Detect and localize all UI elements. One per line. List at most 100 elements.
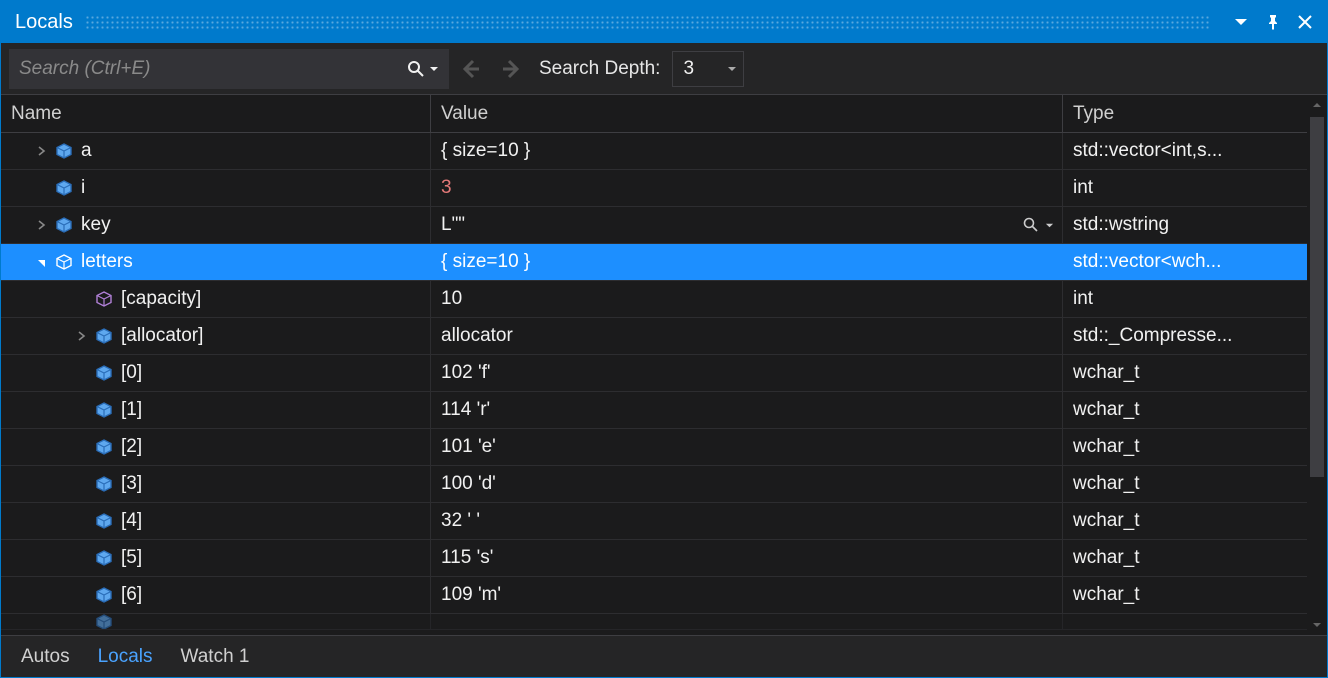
- type-cell: std::vector<int,s...: [1063, 133, 1293, 169]
- variable-row[interactable]: [5] 115 's' wchar_t: [1, 540, 1307, 577]
- window-title: Locals: [15, 11, 73, 34]
- locals-grid: Name Value Type a { size=10 } std::vecto…: [1, 95, 1327, 635]
- variable-row[interactable]: [2] 101 'e' wchar_t: [1, 429, 1307, 466]
- value-cell[interactable]: L"": [431, 207, 1063, 243]
- column-header-name[interactable]: Name: [1, 95, 431, 132]
- variable-type: wchar_t: [1073, 473, 1140, 495]
- name-cell[interactable]: i: [1, 170, 431, 206]
- search-depth-select[interactable]: 3: [672, 51, 744, 87]
- variable-row[interactable]: i 3 int: [1, 170, 1307, 207]
- scroll-down-icon[interactable]: [1307, 615, 1327, 635]
- chevron-down-icon: [1045, 221, 1054, 230]
- type-cell: wchar_t: [1063, 540, 1293, 576]
- scrollbar-thumb[interactable]: [1310, 117, 1324, 477]
- variable-row[interactable]: [4] 32 ' ' wchar_t: [1, 503, 1307, 540]
- variable-value: 109 'm': [441, 584, 501, 606]
- visualizer-button[interactable]: [1023, 217, 1054, 233]
- value-cell[interactable]: 115 's': [431, 540, 1063, 576]
- variable-row[interactable]: [1, 614, 1307, 630]
- value-cell[interactable]: { size=10 }: [431, 133, 1063, 169]
- name-cell[interactable]: letters: [1, 244, 431, 280]
- scroll-up-icon[interactable]: [1307, 95, 1327, 115]
- name-cell[interactable]: [2]: [1, 429, 431, 465]
- chevron-down-icon: [727, 64, 737, 74]
- variable-icon: [55, 179, 73, 197]
- name-cell[interactable]: [6]: [1, 577, 431, 613]
- name-cell[interactable]: a: [1, 133, 431, 169]
- titlebar: Locals: [1, 1, 1327, 43]
- variable-type: std::_Compresse...: [1073, 325, 1232, 347]
- value-cell[interactable]: 10: [431, 281, 1063, 317]
- tab-watch-1[interactable]: Watch 1: [167, 636, 264, 677]
- search-icon[interactable]: [405, 60, 427, 78]
- search-box[interactable]: [9, 49, 449, 89]
- variable-icon: [55, 216, 73, 234]
- vertical-scrollbar[interactable]: [1307, 95, 1327, 635]
- variable-value: 3: [441, 177, 452, 199]
- name-cell[interactable]: [0]: [1, 355, 431, 391]
- variable-row[interactable]: a { size=10 } std::vector<int,s...: [1, 133, 1307, 170]
- variable-row[interactable]: [capacity] 10 int: [1, 281, 1307, 318]
- toolbar: Search Depth: 3: [1, 43, 1327, 95]
- tab-label: Watch 1: [181, 646, 250, 668]
- name-cell[interactable]: key: [1, 207, 431, 243]
- variable-icon: [95, 586, 113, 604]
- window-menu-button[interactable]: [1227, 8, 1255, 36]
- search-input[interactable]: [19, 58, 405, 80]
- value-cell[interactable]: 32 ' ': [431, 503, 1063, 539]
- variable-type: std::vector<wch...: [1073, 251, 1221, 273]
- variable-type: wchar_t: [1073, 362, 1140, 384]
- variable-row[interactable]: [6] 109 'm' wchar_t: [1, 577, 1307, 614]
- variable-row[interactable]: key L"" std::wstring: [1, 207, 1307, 244]
- value-cell[interactable]: 100 'd': [431, 466, 1063, 502]
- search-next-button[interactable]: [493, 51, 529, 87]
- variable-row[interactable]: [1] 114 'r' wchar_t: [1, 392, 1307, 429]
- bottom-tabs: Autos Locals Watch 1: [1, 635, 1327, 677]
- variable-icon: [95, 512, 113, 530]
- type-cell: int: [1063, 281, 1293, 317]
- tab-autos[interactable]: Autos: [7, 636, 84, 677]
- search-dropdown-icon[interactable]: [427, 64, 441, 74]
- name-cell[interactable]: [3]: [1, 466, 431, 502]
- variable-value: 100 'd': [441, 473, 496, 495]
- close-button[interactable]: [1291, 8, 1319, 36]
- tab-locals[interactable]: Locals: [84, 636, 167, 677]
- value-cell[interactable]: 102 'f': [431, 355, 1063, 391]
- expand-toggle[interactable]: [35, 146, 47, 156]
- value-cell[interactable]: 3: [431, 170, 1063, 206]
- variable-row[interactable]: [3] 100 'd' wchar_t: [1, 466, 1307, 503]
- variable-row[interactable]: [0] 102 'f' wchar_t: [1, 355, 1307, 392]
- expand-toggle[interactable]: [75, 331, 87, 341]
- column-header-value[interactable]: Value: [431, 95, 1063, 132]
- value-cell[interactable]: 114 'r': [431, 392, 1063, 428]
- type-cell: std::vector<wch...: [1063, 244, 1293, 280]
- variable-row[interactable]: letters { size=10 } std::vector<wch...: [1, 244, 1307, 281]
- variable-name: [4]: [121, 510, 142, 532]
- pin-button[interactable]: [1259, 8, 1287, 36]
- name-cell[interactable]: [1]: [1, 392, 431, 428]
- value-cell[interactable]: 101 'e': [431, 429, 1063, 465]
- variable-value: 114 'r': [441, 399, 490, 421]
- titlebar-grip[interactable]: [85, 15, 1211, 29]
- value-cell[interactable]: { size=10 }: [431, 244, 1063, 280]
- variable-type: std::vector<int,s...: [1073, 140, 1222, 162]
- column-header-type[interactable]: Type: [1063, 95, 1293, 132]
- name-cell[interactable]: [capacity]: [1, 281, 431, 317]
- name-cell[interactable]: [5]: [1, 540, 431, 576]
- search-prev-button[interactable]: [453, 51, 489, 87]
- expand-toggle[interactable]: [35, 257, 47, 267]
- name-cell[interactable]: [allocator]: [1, 318, 431, 354]
- variable-type: wchar_t: [1073, 584, 1140, 606]
- variable-value: { size=10 }: [441, 251, 530, 273]
- search-depth-value: 3: [683, 58, 694, 80]
- variable-row[interactable]: [allocator] allocator std::_Compresse...: [1, 318, 1307, 355]
- variable-value: 101 'e': [441, 436, 496, 458]
- value-cell[interactable]: 109 'm': [431, 577, 1063, 613]
- variable-type: wchar_t: [1073, 436, 1140, 458]
- expand-toggle[interactable]: [35, 220, 47, 230]
- variable-name: [1]: [121, 399, 142, 421]
- value-cell[interactable]: allocator: [431, 318, 1063, 354]
- name-cell[interactable]: [4]: [1, 503, 431, 539]
- variable-type: wchar_t: [1073, 399, 1140, 421]
- tab-label: Locals: [98, 646, 153, 668]
